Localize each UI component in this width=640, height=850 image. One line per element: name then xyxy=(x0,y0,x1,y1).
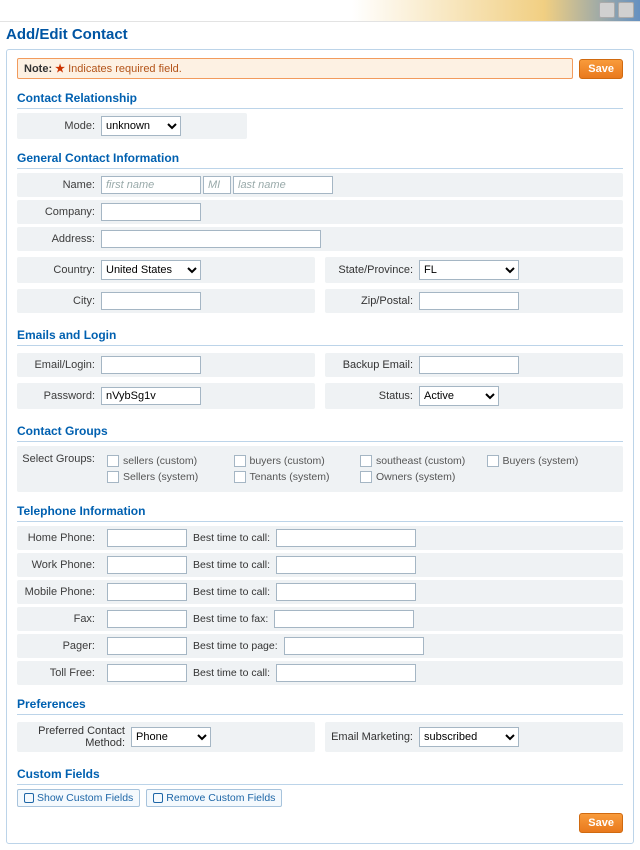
section-general: General Contact Information xyxy=(17,149,623,169)
save-button-bottom[interactable]: Save xyxy=(579,813,623,833)
group-southeast-custom[interactable]: southeast (custom) xyxy=(360,453,487,469)
label-email-login: Email/Login: xyxy=(21,359,101,371)
top-accent-bar xyxy=(0,0,640,22)
star-icon: ★ xyxy=(55,63,65,75)
email-marketing-select[interactable]: subscribed xyxy=(419,727,519,747)
label-status: Status: xyxy=(329,390,419,402)
group-sellers-system[interactable]: Sellers (system) xyxy=(107,469,234,485)
group-tenants-system[interactable]: Tenants (system) xyxy=(234,469,361,485)
tool-button-2[interactable] xyxy=(618,2,634,18)
mobile-phone-input[interactable] xyxy=(107,583,187,601)
label-mode: Mode: xyxy=(21,120,101,132)
company-input[interactable] xyxy=(101,203,201,221)
backup-email-input[interactable] xyxy=(419,356,519,374)
label-best-call-toll: Best time to call: xyxy=(193,667,270,679)
last-name-input[interactable] xyxy=(233,176,333,194)
home-phone-input[interactable] xyxy=(107,529,187,547)
expand-icon xyxy=(24,793,34,803)
pager-input[interactable] xyxy=(107,637,187,655)
section-groups: Contact Groups xyxy=(17,422,623,442)
note-prefix: Note: xyxy=(24,63,52,75)
section-preferences: Preferences xyxy=(17,695,623,715)
remove-icon xyxy=(153,793,163,803)
label-select-groups: Select Groups: xyxy=(21,449,101,465)
label-home-phone: Home Phone: xyxy=(21,532,101,544)
tool-button-1[interactable] xyxy=(599,2,615,18)
label-name: Name: xyxy=(21,179,101,191)
group-buyers-system[interactable]: Buyers (system) xyxy=(487,453,614,469)
home-best-time-input[interactable] xyxy=(276,529,416,547)
label-work-phone: Work Phone: xyxy=(21,559,101,571)
state-select[interactable]: FL xyxy=(419,260,519,280)
address-input[interactable] xyxy=(101,230,321,248)
first-name-input[interactable] xyxy=(101,176,201,194)
checkbox-icon xyxy=(107,455,119,467)
label-address: Address: xyxy=(21,233,101,245)
label-email-marketing: Email Marketing: xyxy=(329,731,419,743)
label-password: Password: xyxy=(21,390,101,402)
pref-method-select[interactable]: Phone xyxy=(131,727,211,747)
work-best-time-input[interactable] xyxy=(276,556,416,574)
label-best-call-mobile: Best time to call: xyxy=(193,586,270,598)
label-toll-free: Toll Free: xyxy=(21,667,101,679)
status-select[interactable]: Active xyxy=(419,386,499,406)
mobile-best-time-input[interactable] xyxy=(276,583,416,601)
work-phone-input[interactable] xyxy=(107,556,187,574)
password-input[interactable] xyxy=(101,387,201,405)
label-best-call-work: Best time to call: xyxy=(193,559,270,571)
section-emails: Emails and Login xyxy=(17,326,623,346)
section-relationship: Contact Relationship xyxy=(17,89,623,109)
label-mobile-phone: Mobile Phone: xyxy=(21,586,101,598)
label-pager: Pager: xyxy=(21,640,101,652)
save-button-top[interactable]: Save xyxy=(579,59,623,79)
label-country: Country: xyxy=(21,264,101,276)
label-pref-method: Preferred Contact Method: xyxy=(21,725,131,749)
label-best-fax: Best time to fax: xyxy=(193,613,268,625)
label-state: State/Province: xyxy=(329,264,419,276)
page-title: Add/Edit Contact xyxy=(6,26,640,43)
required-note: Note: ★ Indicates required field. xyxy=(17,58,573,79)
mi-input[interactable] xyxy=(203,176,231,194)
group-buyers-custom[interactable]: buyers (custom) xyxy=(234,453,361,469)
show-custom-fields-button[interactable]: Show Custom Fields xyxy=(17,789,140,807)
checkbox-icon xyxy=(234,471,246,483)
label-company: Company: xyxy=(21,206,101,218)
label-best-call-home: Best time to call: xyxy=(193,532,270,544)
main-panel: Note: ★ Indicates required field. Save C… xyxy=(6,49,634,844)
checkbox-icon xyxy=(107,471,119,483)
fax-input[interactable] xyxy=(107,610,187,628)
remove-custom-fields-button[interactable]: Remove Custom Fields xyxy=(146,789,282,807)
mode-select[interactable]: unknown xyxy=(101,116,181,136)
section-telephone: Telephone Information xyxy=(17,502,623,522)
label-best-page: Best time to page: xyxy=(193,640,278,652)
group-sellers-custom[interactable]: sellers (custom) xyxy=(107,453,234,469)
section-custom: Custom Fields xyxy=(17,765,623,785)
checkbox-icon xyxy=(360,455,372,467)
note-text: Indicates required field. xyxy=(68,63,182,75)
city-input[interactable] xyxy=(101,292,201,310)
email-login-input[interactable] xyxy=(101,356,201,374)
toll-free-best-time-input[interactable] xyxy=(276,664,416,682)
checkbox-icon xyxy=(487,455,499,467)
label-city: City: xyxy=(21,295,101,307)
label-zip: Zip/Postal: xyxy=(329,295,419,307)
toll-free-input[interactable] xyxy=(107,664,187,682)
checkbox-icon xyxy=(234,455,246,467)
country-select[interactable]: United States xyxy=(101,260,201,280)
checkbox-icon xyxy=(360,471,372,483)
fax-best-time-input[interactable] xyxy=(274,610,414,628)
zip-input[interactable] xyxy=(419,292,519,310)
label-backup-email: Backup Email: xyxy=(329,359,419,371)
pager-best-time-input[interactable] xyxy=(284,637,424,655)
label-fax: Fax: xyxy=(21,613,101,625)
group-owners-system[interactable]: Owners (system) xyxy=(360,469,487,485)
